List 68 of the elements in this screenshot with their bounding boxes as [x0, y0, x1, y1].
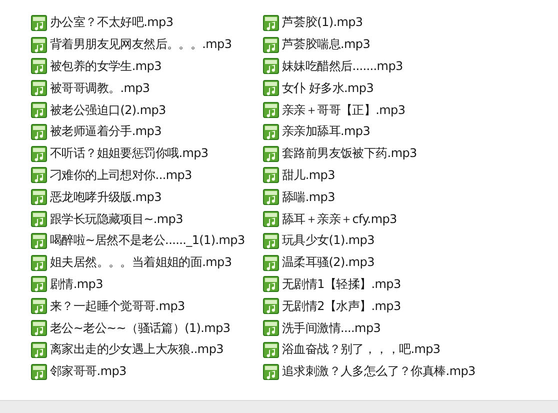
- audio-file-icon: [263, 146, 279, 162]
- file-name[interactable]: 老公~老公~~（骚话篇）(1).mp3: [50, 320, 230, 337]
- audio-file-icon: [263, 58, 279, 74]
- audio-file-icon: [263, 276, 279, 292]
- audio-file-icon: [31, 211, 47, 228]
- file-name[interactable]: 亲亲加舔耳.mp3: [282, 123, 370, 140]
- audio-file-icon: [263, 36, 279, 53]
- file-name[interactable]: 温柔耳骚(2).mp3: [282, 254, 374, 272]
- audio-file-icon: [263, 342, 279, 358]
- audio-file-icon: [263, 80, 279, 96]
- file-name[interactable]: 浴血奋战？别了，，，吧.mp3: [282, 341, 440, 358]
- file-name[interactable]: 无剧情2【水声】.mp3: [282, 298, 401, 315]
- audio-file-icon: [31, 364, 47, 380]
- file-name[interactable]: 妹妹吃醋然后.......mp3: [282, 58, 403, 75]
- audio-file-icon: [31, 298, 47, 314]
- audio-file-icon: [31, 167, 47, 184]
- file-name[interactable]: 剧情.mp3: [50, 276, 103, 293]
- file-name[interactable]: 玩具少女(1).mp3: [282, 232, 374, 250]
- audio-file-icon: [31, 320, 47, 336]
- file-name[interactable]: 邻家哥哥.mp3: [50, 363, 126, 380]
- audio-file-icon: [31, 58, 47, 74]
- file-name[interactable]: 喝醉啦~居然不是老公......_1(1).mp3: [50, 232, 245, 250]
- audio-file-icon: [263, 298, 279, 314]
- file-name[interactable]: 追求刺激？人多怎么了？你真棒.mp3: [282, 363, 476, 380]
- audio-file-icon: [263, 320, 279, 336]
- file-name[interactable]: 姐夫居然。。。当着姐姐的面.mp3: [50, 254, 232, 272]
- file-name[interactable]: 无剧情1【轻揉】.mp3: [282, 276, 401, 293]
- file-name[interactable]: 恶龙咆哮升级版.mp3: [50, 188, 162, 206]
- file-name[interactable]: 亲亲＋哥哥【正】.mp3: [282, 102, 406, 119]
- file-name[interactable]: 被哥哥调教。.mp3: [50, 80, 150, 97]
- file-name[interactable]: 不听话？姐姐要惩罚你哦.mp3: [50, 145, 208, 162]
- audio-file-icon: [263, 14, 279, 31]
- audio-file-icon: [263, 211, 279, 228]
- file-name[interactable]: 跟学长玩隐藏项目~.mp3: [50, 210, 183, 228]
- file-name[interactable]: 刁难你的上司想对你...mp3: [50, 166, 192, 184]
- audio-file-icon: [263, 102, 279, 118]
- file-name[interactable]: 套路前男友饭被下药.mp3: [282, 145, 417, 162]
- file-name[interactable]: 来？一起睡个觉哥哥.mp3: [50, 298, 185, 315]
- file-name[interactable]: 舔喘.mp3: [282, 188, 335, 206]
- file-name[interactable]: 芦荟胶(1).mp3: [282, 14, 363, 32]
- audio-file-icon: [31, 14, 47, 31]
- file-name[interactable]: 洗手间激情....mp3: [282, 320, 381, 337]
- audio-file-icon: [263, 124, 279, 140]
- audio-file-icon: [263, 232, 279, 249]
- audio-file-icon: [31, 189, 47, 206]
- file-name[interactable]: 舔耳＋亲亲＋cfy.mp3: [282, 210, 397, 228]
- audio-file-icon: [31, 254, 47, 271]
- file-name[interactable]: 被老师逼着分手.mp3: [50, 123, 162, 140]
- file-name[interactable]: 被包养的女学生.mp3: [50, 58, 162, 75]
- audio-file-icon: [31, 232, 47, 249]
- audio-file-icon: [263, 254, 279, 271]
- file-name[interactable]: 离家出走的少女遇上大灰狼..mp3: [50, 341, 224, 358]
- file-name[interactable]: 被老公强迫口(2).mp3: [50, 102, 166, 119]
- audio-file-icon: [263, 364, 279, 380]
- audio-file-icon: [31, 102, 47, 118]
- audio-file-icon: [31, 36, 47, 53]
- audio-file-icon: [31, 80, 47, 96]
- audio-file-icon: [31, 146, 47, 162]
- file-name[interactable]: 办公室？不太好吧.mp3: [50, 14, 174, 32]
- file-name[interactable]: 甜儿.mp3: [282, 166, 335, 184]
- audio-file-icon: [31, 342, 47, 358]
- audio-file-icon: [263, 167, 279, 184]
- file-name[interactable]: 背着男朋友见网友然后。。。.mp3: [50, 36, 232, 54]
- file-name[interactable]: 女仆 好多水.mp3: [282, 80, 374, 97]
- audio-file-icon: [263, 189, 279, 206]
- audio-file-icon: [31, 124, 47, 140]
- file-name[interactable]: 芦荟胶喘息.mp3: [282, 36, 370, 54]
- audio-file-icon: [31, 276, 47, 292]
